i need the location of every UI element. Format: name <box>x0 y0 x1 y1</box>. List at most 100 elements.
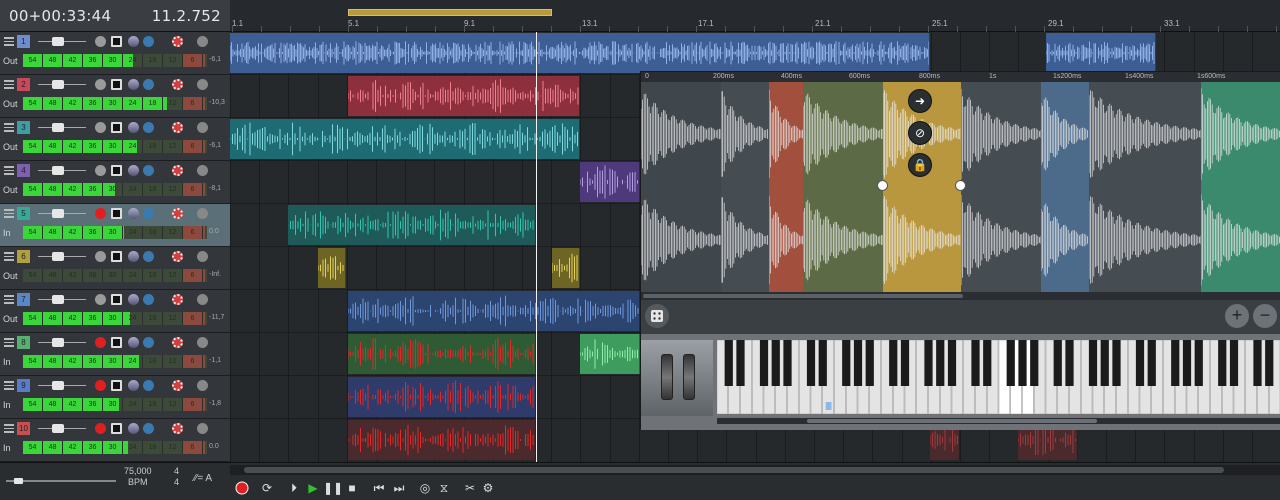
black-key[interactable] <box>853 340 863 386</box>
monitor-icon[interactable] <box>128 208 139 219</box>
track-volume-slider[interactable] <box>38 381 86 390</box>
gear-icon[interactable] <box>172 36 183 47</box>
sample-slice[interactable] <box>720 82 769 292</box>
audio-clip[interactable] <box>230 119 580 159</box>
black-key[interactable] <box>1182 340 1192 386</box>
solo-icon[interactable] <box>111 122 122 133</box>
instrument-icon[interactable] <box>197 36 208 47</box>
sample-slice[interactable] <box>768 82 803 292</box>
metronome-icon[interactable]: ◎ <box>417 480 433 496</box>
fx-icon[interactable] <box>143 251 154 262</box>
slider-knob[interactable] <box>52 166 64 175</box>
menu-icon[interactable] <box>4 166 14 175</box>
track-header[interactable]: 5 In 54 48 42 36 30 24 18 12 6 0.0 <box>0 204 230 247</box>
gear-icon[interactable] <box>172 122 183 133</box>
fx-icon[interactable] <box>143 36 154 47</box>
black-key[interactable] <box>1229 340 1239 386</box>
sample-slice[interactable] <box>960 82 1042 292</box>
pause-button[interactable]: ❚❚ <box>323 480 343 496</box>
pitch-wheel[interactable] <box>661 354 673 400</box>
black-key[interactable] <box>1218 340 1227 386</box>
audio-clip[interactable] <box>230 33 930 73</box>
stop-button[interactable]: ■ <box>344 480 360 496</box>
solo-icon[interactable] <box>111 208 122 219</box>
instrument-icon[interactable] <box>197 208 208 219</box>
record-arm-icon[interactable] <box>95 423 106 434</box>
audio-clip[interactable] <box>288 205 536 245</box>
monitor-icon[interactable] <box>128 251 139 262</box>
snap-setting[interactable]: ⁄∕= A <box>194 473 212 484</box>
slider-knob[interactable] <box>52 295 64 304</box>
slider-knob[interactable] <box>52 424 64 433</box>
audio-clip[interactable] <box>348 291 640 331</box>
black-key[interactable] <box>924 340 933 386</box>
gear-icon[interactable] <box>172 423 183 434</box>
timeline-ruler[interactable]: 1.1 5.1 9.1 13.1 17.1 21.1 25.1 29.1 33.1 <box>230 0 1280 32</box>
black-key[interactable] <box>1112 340 1121 386</box>
monitor-icon[interactable] <box>128 122 139 133</box>
rewind-button[interactable]: ⏮ <box>371 480 387 496</box>
track-volume-slider[interactable] <box>38 123 86 132</box>
track-header[interactable]: 1 Out 54 48 42 36 30 24 18 12 6 -6,1 <box>0 32 230 75</box>
audio-clip[interactable] <box>348 377 536 417</box>
audio-clip[interactable] <box>348 420 536 460</box>
mute-icon[interactable] <box>95 79 106 90</box>
solo-icon[interactable] <box>111 79 122 90</box>
instrument-icon[interactable] <box>197 423 208 434</box>
loop-region[interactable] <box>348 9 552 16</box>
menu-icon[interactable] <box>4 381 14 390</box>
slider-knob[interactable] <box>52 209 64 218</box>
solo-icon[interactable] <box>111 337 122 348</box>
menu-icon[interactable] <box>4 338 14 347</box>
instrument-icon[interactable] <box>197 294 208 305</box>
monitor-icon[interactable] <box>128 165 139 176</box>
time-display[interactable]: 00+00:33:44 11.2.752 <box>0 0 230 32</box>
gear-icon[interactable] <box>172 251 183 262</box>
record-arm-icon[interactable] <box>95 337 106 348</box>
black-key[interactable] <box>983 340 992 386</box>
sample-slice[interactable] <box>1200 82 1280 292</box>
arrangement-hscroll[interactable] <box>230 465 1280 475</box>
slider-knob[interactable] <box>52 37 64 46</box>
black-key[interactable] <box>1135 340 1145 386</box>
loop-icon[interactable]: ⟳ <box>259 480 275 496</box>
play-button[interactable]: ▶ <box>305 480 321 496</box>
menu-icon[interactable] <box>4 295 14 304</box>
track-header[interactable]: 8 In 54 48 42 36 30 24 18 12 6 -1,1 <box>0 333 230 376</box>
editor-scroll-thumb[interactable] <box>643 294 963 298</box>
fx-icon[interactable] <box>143 294 154 305</box>
fx-icon[interactable] <box>143 423 154 434</box>
monitor-icon[interactable] <box>128 423 139 434</box>
audio-clip[interactable] <box>318 248 346 288</box>
instrument-icon[interactable] <box>197 165 208 176</box>
monitor-icon[interactable] <box>128 337 139 348</box>
black-key[interactable] <box>1088 340 1098 386</box>
solo-icon[interactable] <box>111 165 122 176</box>
black-key[interactable] <box>783 340 792 386</box>
fx-icon[interactable] <box>143 337 154 348</box>
gear-icon[interactable] <box>172 294 183 305</box>
slider-knob[interactable] <box>52 252 64 261</box>
black-key[interactable] <box>1265 340 1274 386</box>
editor-waveform[interactable]: ➜ ⊘ 🔒 <box>640 82 1280 292</box>
slice-end-handle[interactable] <box>955 180 966 191</box>
playhead[interactable] <box>536 32 537 462</box>
menu-icon[interactable] <box>4 123 14 132</box>
track-volume-slider[interactable] <box>38 295 86 304</box>
black-key[interactable] <box>759 340 769 386</box>
slider-knob[interactable] <box>52 80 64 89</box>
black-key[interactable] <box>1253 340 1262 386</box>
instrument-icon[interactable] <box>197 122 208 133</box>
black-key[interactable] <box>771 340 780 386</box>
sample-slice[interactable] <box>640 82 722 292</box>
mute-icon[interactable] <box>95 165 106 176</box>
dice-icon[interactable] <box>645 304 669 328</box>
record-arm-icon[interactable] <box>95 208 106 219</box>
editor-scrollbar[interactable] <box>641 292 1280 300</box>
fx-icon[interactable] <box>143 79 154 90</box>
track-header[interactable]: 10 In 54 48 42 36 30 24 18 12 6 0.0 <box>0 419 230 462</box>
audio-clip[interactable] <box>348 76 580 116</box>
black-key[interactable] <box>1065 340 1074 386</box>
fx-icon[interactable] <box>143 165 154 176</box>
track-header[interactable]: 2 Out 54 48 42 36 30 24 18 12 6 -10,3 <box>0 75 230 118</box>
